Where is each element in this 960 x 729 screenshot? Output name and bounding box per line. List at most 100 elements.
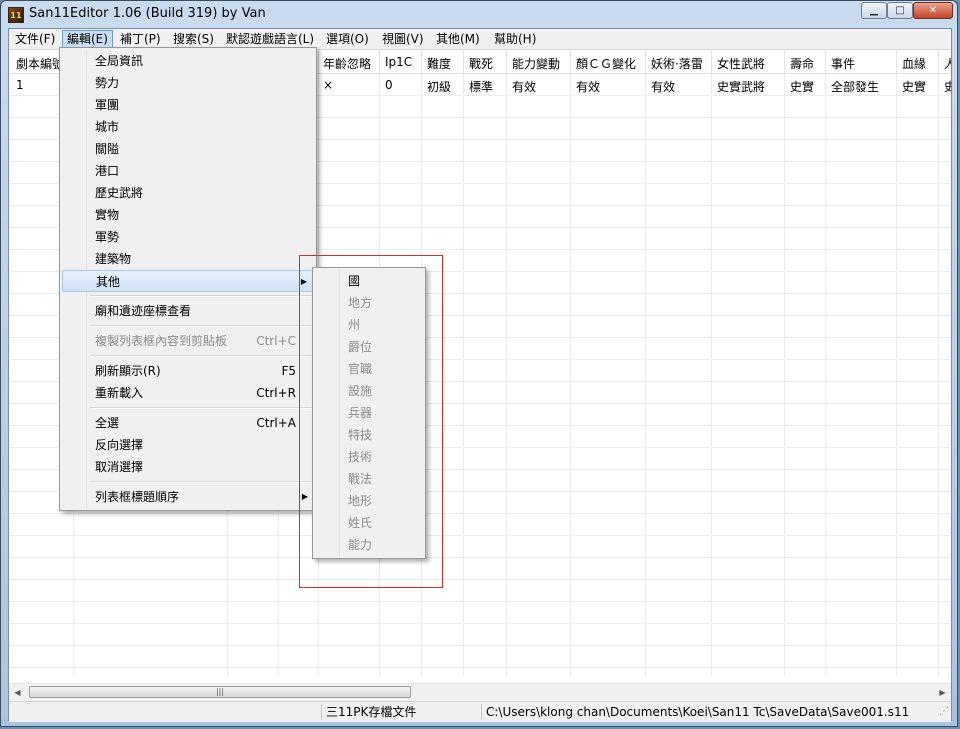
menu-item-armies[interactable]: 軍勢 [62,226,314,248]
menu-item-shortcut: F5 [281,364,296,378]
menu-item-invert-selection[interactable]: 反向選擇 [62,434,314,456]
table-cell[interactable]: 史實 [902,78,926,95]
submenu-item-skills[interactable]: 特技 [315,424,423,446]
submenu-item-weapons[interactable]: 兵器 [315,402,423,424]
other-submenu: 國 地方 州 爵位 官職 設施 兵器 特技 技術 戰法 地形 姓氏 能力 [312,267,426,559]
submenu-item-region[interactable]: 地方 [315,292,423,314]
menu-item-forces[interactable]: 勢力 [62,72,314,94]
submenu-item-tactics[interactable]: 戰法 [315,468,423,490]
column-header[interactable]: 事件 [831,55,855,72]
submenu-item-abilities[interactable]: 能力 [315,534,423,556]
menu-item-ports[interactable]: 港口 [62,160,314,182]
submenu-item-official-post[interactable]: 官職 [315,358,423,380]
menu-item-buildings[interactable]: 建築物 [62,248,314,270]
menu-item-label: 勢力 [95,76,120,90]
table-cell[interactable]: 史實武將 [717,78,765,95]
menu-item-column-order[interactable]: 列表框標題順序 ▶ [62,486,314,508]
table-cell[interactable]: 初級 [427,78,451,95]
column-divider[interactable] [570,50,571,73]
column-divider[interactable] [506,50,507,73]
table-cell[interactable]: 標準 [469,78,493,95]
menu-item-label: 州 [348,318,361,332]
close-button[interactable]: ✕ [913,2,953,19]
submenu-item-rank[interactable]: 爵位 [315,336,423,358]
grid-line [784,50,785,676]
horizontal-scrollbar[interactable]: ◀ ||| ▶ [9,683,951,701]
menu-item-copy-to-clipboard[interactable]: 複製列表框內容到剪貼板 Ctrl+C [62,330,314,352]
menu-item-label: 兵器 [348,406,373,420]
menu-item-corps[interactable]: 軍團 [62,94,314,116]
column-header[interactable]: 壽命 [790,55,814,72]
menu-other[interactable]: 其他(M) [432,31,484,47]
minimize-button[interactable]: ▁ [861,2,887,19]
submenu-item-province[interactable]: 州 [315,314,423,336]
table-cell[interactable]: 全部發生 [831,78,879,95]
menu-item-other[interactable]: 其他 ▶ [62,270,314,292]
column-header[interactable]: 人 [944,55,951,72]
app-icon[interactable]: 11 [8,7,24,23]
column-header[interactable]: 難度 [427,55,451,72]
column-header[interactable]: 妖術·落雷 [651,55,703,72]
scroll-left-arrow-icon[interactable]: ◀ [9,684,26,701]
menu-item-historical-officers[interactable]: 歷史武將 [62,182,314,204]
grid-line [570,50,571,676]
column-header[interactable]: 年齡忽略 [323,55,371,72]
column-header[interactable]: Ip1C [385,55,412,69]
submenu-item-technology[interactable]: 技術 [315,446,423,468]
column-divider[interactable] [421,50,422,73]
menu-item-items[interactable]: 實物 [62,204,314,226]
column-divider[interactable] [825,50,826,73]
menu-item-label: 其他 [96,275,121,289]
menu-edit[interactable]: 編輯(E) [62,30,113,48]
column-divider[interactable] [784,50,785,73]
column-header[interactable]: 戰死 [469,55,493,72]
table-cell[interactable]: 史實 [790,78,814,95]
submenu-item-facility[interactable]: 設施 [315,380,423,402]
title-bar[interactable]: 11 San11Editor 1.06 (Build 319) by Van ▁… [1,1,957,27]
column-divider[interactable] [938,50,939,73]
column-header[interactable]: 血緣 [902,55,926,72]
grid-line [9,579,951,580]
menu-item-deselect[interactable]: 取消選擇 [62,456,314,478]
column-divider[interactable] [379,50,380,73]
grid-line [938,50,939,676]
submenu-item-terrain[interactable]: 地形 [315,490,423,512]
column-header[interactable]: 能力變動 [512,55,560,72]
table-cell[interactable]: 有效 [512,78,536,95]
maximize-button[interactable]: □ [887,2,913,19]
submenu-item-surnames[interactable]: 姓氏 [315,512,423,534]
resize-grip-icon[interactable]: ⋰ [939,706,949,717]
column-divider[interactable] [318,50,319,73]
column-header[interactable]: 劇本編號 [16,55,64,72]
column-divider[interactable] [896,50,897,73]
menu-item-global-info[interactable]: 全局資訊 [62,50,314,72]
table-cell[interactable]: 有效 [576,78,600,95]
table-cell[interactable]: × [323,78,333,92]
menu-item-passes[interactable]: 關隘 [62,138,314,160]
scrollbar-thumb[interactable]: ||| [29,686,411,698]
menu-view[interactable]: 視圖(V) [378,31,428,47]
menu-options[interactable]: 選項(O) [322,31,373,47]
menu-default-language[interactable]: 默認遊戲語言(L) [222,31,318,47]
menu-item-refresh[interactable]: 刷新顯示(R) F5 [62,360,314,382]
column-header[interactable]: 顏ＣＧ變化 [576,55,636,72]
table-cell[interactable]: 1 [16,78,24,92]
column-divider[interactable] [645,50,646,73]
menu-file[interactable]: 文件(F) [11,31,59,47]
table-cell[interactable]: 0 [385,78,393,92]
column-divider[interactable] [711,50,712,73]
menu-item-label: 反向選擇 [95,438,144,452]
menu-item-reload[interactable]: 重新載入 Ctrl+R [62,382,314,404]
scroll-right-arrow-icon[interactable]: ▶ [934,684,951,701]
menu-help[interactable]: 幫助(H) [490,31,540,47]
menu-item-temple-coords[interactable]: 廟和遺迹座標查看 [62,300,314,322]
column-divider[interactable] [463,50,464,73]
table-cell[interactable]: 有效 [651,78,675,95]
menu-item-select-all[interactable]: 全選 Ctrl+A [62,412,314,434]
menu-search[interactable]: 搜索(S) [169,31,218,47]
menu-patch[interactable]: 補丁(P) [116,31,165,47]
submenu-item-kingdom[interactable]: 國 [315,270,423,292]
menu-item-cities[interactable]: 城市 [62,116,314,138]
table-cell[interactable]: 史 [944,78,951,95]
column-header[interactable]: 女性武將 [717,55,765,72]
